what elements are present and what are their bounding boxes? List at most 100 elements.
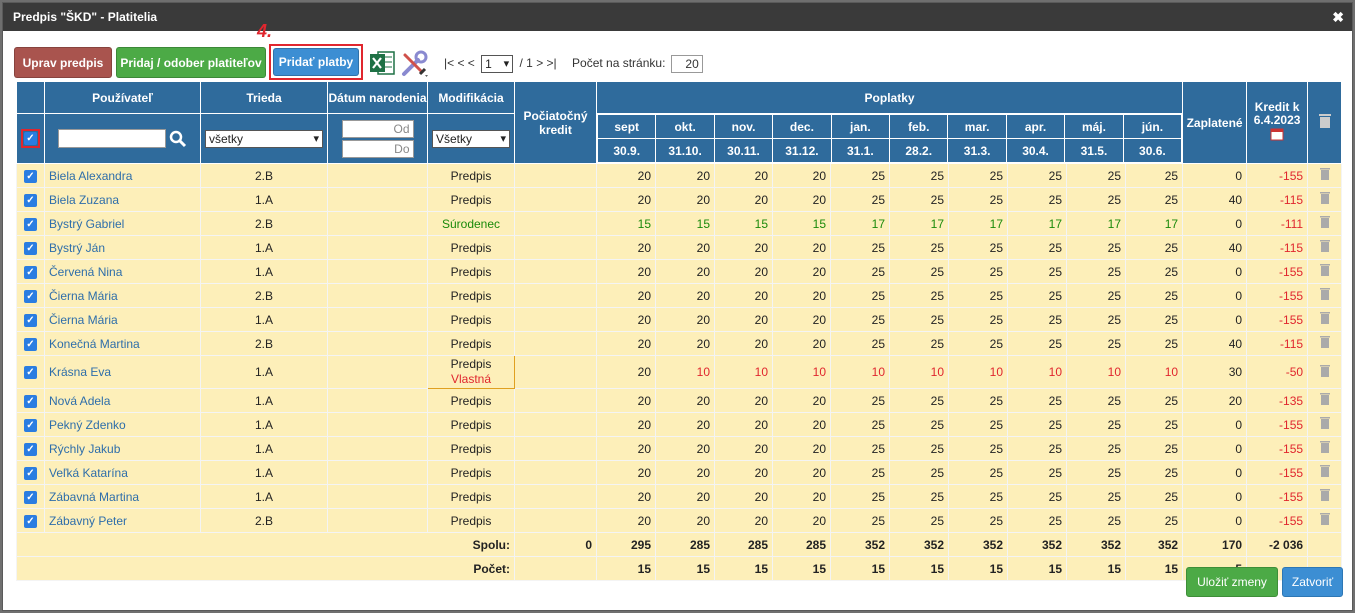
row-fee[interactable]: 17 <box>1066 211 1126 236</box>
row-fee[interactable]: 20 <box>772 163 831 188</box>
close-icon[interactable]: ✖ <box>1332 3 1344 31</box>
row-fee[interactable]: 20 <box>772 331 831 356</box>
row-modification[interactable]: Predpis <box>427 259 515 284</box>
row-checkbox[interactable]: ✓ <box>24 241 37 255</box>
row-fee[interactable]: 20 <box>714 259 773 284</box>
trash-icon[interactable] <box>1319 464 1331 478</box>
trash-icon[interactable] <box>1319 215 1331 229</box>
row-modification[interactable]: Predpis <box>427 331 515 356</box>
row-user-name[interactable]: Nová Adela <box>44 388 201 413</box>
row-fee[interactable]: 10 <box>1066 355 1126 389</box>
row-fee[interactable]: 20 <box>772 235 831 260</box>
row-modification[interactable]: Predpis <box>427 388 515 413</box>
row-fee[interactable]: 25 <box>1066 331 1126 356</box>
row-fee[interactable]: 25 <box>948 484 1008 509</box>
row-fee[interactable]: 20 <box>655 283 715 308</box>
row-fee[interactable]: 25 <box>1066 436 1126 461</box>
row-fee[interactable]: 25 <box>1124 436 1184 461</box>
row-user-name[interactable]: Konečná Martina <box>44 331 201 356</box>
row-fee[interactable]: 25 <box>889 283 949 308</box>
row-fee[interactable]: 20 <box>655 508 715 533</box>
row-checkbox[interactable]: ✓ <box>24 313 37 327</box>
row-fee[interactable]: 25 <box>948 412 1008 437</box>
prev-page-link[interactable]: < < <box>457 56 474 70</box>
row-fee[interactable]: 20 <box>655 331 715 356</box>
row-fee[interactable]: 20 <box>714 436 773 461</box>
row-fee[interactable]: 25 <box>830 412 890 437</box>
row-fee[interactable]: 20 <box>596 283 656 308</box>
dob-to-input[interactable]: Do <box>341 139 414 158</box>
row-fee[interactable]: 25 <box>889 388 949 413</box>
row-fee[interactable]: 20 <box>596 307 656 332</box>
row-user-name[interactable]: Bystrý Gabriel <box>44 211 201 236</box>
header-modification[interactable]: Modifikácia <box>427 81 515 114</box>
row-fee[interactable]: 25 <box>889 163 949 188</box>
row-fee[interactable]: 25 <box>830 283 890 308</box>
row-fee[interactable]: 25 <box>889 307 949 332</box>
trash-icon[interactable] <box>1319 287 1331 301</box>
row-fee[interactable]: 20 <box>655 412 715 437</box>
row-fee[interactable]: 20 <box>655 484 715 509</box>
header-class[interactable]: Trieda <box>200 81 328 114</box>
row-user-name[interactable]: Pekný Zdenko <box>44 412 201 437</box>
row-fee[interactable]: 25 <box>948 508 1008 533</box>
close-button[interactable]: Zatvoriť <box>1282 567 1343 597</box>
row-fee[interactable]: 25 <box>1007 187 1067 212</box>
row-checkbox[interactable]: ✓ <box>24 394 37 408</box>
row-fee[interactable]: 25 <box>948 436 1008 461</box>
row-fee[interactable]: 20 <box>714 307 773 332</box>
table-row[interactable]: ✓ Biela Alexandra 2.B Predpis 20 20 20 20 25 25 25… <box>16 163 1343 188</box>
row-fee[interactable]: 15 <box>714 211 773 236</box>
row-fee[interactable]: 25 <box>948 388 1008 413</box>
row-fee[interactable]: 20 <box>655 187 715 212</box>
row-fee[interactable]: 25 <box>830 508 890 533</box>
row-fee[interactable]: 20 <box>772 412 831 437</box>
row-fee[interactable]: 10 <box>830 355 890 389</box>
row-modification[interactable]: Predpis <box>427 235 515 260</box>
row-modification[interactable]: Predpis Vlastná <box>427 355 515 389</box>
row-fee[interactable]: 20 <box>655 259 715 284</box>
row-fee[interactable]: 25 <box>830 436 890 461</box>
table-row[interactable]: ✓ Veľká Katarína 1.A Predpis 20 20 20 20 25 25 25 2… <box>16 460 1343 485</box>
row-fee[interactable]: 17 <box>830 211 890 236</box>
header-dob[interactable]: Dátum narodenia <box>327 81 428 114</box>
row-fee[interactable]: 20 <box>772 436 831 461</box>
row-user-name[interactable]: Čierna Mária <box>44 283 201 308</box>
row-fee[interactable]: 25 <box>1066 163 1126 188</box>
row-fee[interactable]: 20 <box>596 331 656 356</box>
row-modification[interactable]: Predpis <box>427 307 515 332</box>
row-modification[interactable]: Predpis <box>427 508 515 533</box>
row-fee[interactable]: 25 <box>1124 484 1184 509</box>
row-fee[interactable]: 25 <box>830 331 890 356</box>
table-row[interactable]: ✓ Krásna Eva 1.A Predpis Vlastná 20 10 10 10 10 10… <box>16 355 1343 389</box>
row-user-name[interactable]: Zábavný Peter <box>44 508 201 533</box>
excel-export-icon[interactable] <box>369 50 395 76</box>
user-search-input[interactable] <box>57 129 166 148</box>
row-fee[interactable]: 25 <box>889 436 949 461</box>
row-fee[interactable]: 25 <box>1007 331 1067 356</box>
row-fee[interactable]: 25 <box>1066 412 1126 437</box>
row-modification[interactable]: Predpis <box>427 412 515 437</box>
trash-icon[interactable] <box>1319 191 1331 205</box>
calendar-icon[interactable] <box>1270 127 1284 141</box>
row-modification[interactable]: Predpis <box>427 460 515 485</box>
row-fee[interactable]: 20 <box>596 355 656 389</box>
row-fee[interactable]: 25 <box>948 307 1008 332</box>
row-fee[interactable]: 20 <box>596 187 656 212</box>
row-fee[interactable]: 25 <box>889 331 949 356</box>
row-fee[interactable]: 25 <box>889 460 949 485</box>
row-fee[interactable]: 25 <box>830 307 890 332</box>
row-fee[interactable]: 25 <box>889 412 949 437</box>
trash-icon[interactable] <box>1319 167 1331 181</box>
row-fee[interactable]: 25 <box>1007 307 1067 332</box>
row-fee[interactable]: 20 <box>714 283 773 308</box>
row-user-name[interactable]: Bystrý Ján <box>44 235 201 260</box>
row-fee[interactable]: 25 <box>889 508 949 533</box>
row-fee[interactable]: 25 <box>1124 460 1184 485</box>
row-fee[interactable]: 20 <box>714 331 773 356</box>
trash-icon[interactable] <box>1319 416 1331 430</box>
row-fee[interactable]: 20 <box>714 388 773 413</box>
row-fee[interactable]: 20 <box>714 484 773 509</box>
row-fee[interactable]: 10 <box>889 355 949 389</box>
row-user-name[interactable]: Červená Nina <box>44 259 201 284</box>
